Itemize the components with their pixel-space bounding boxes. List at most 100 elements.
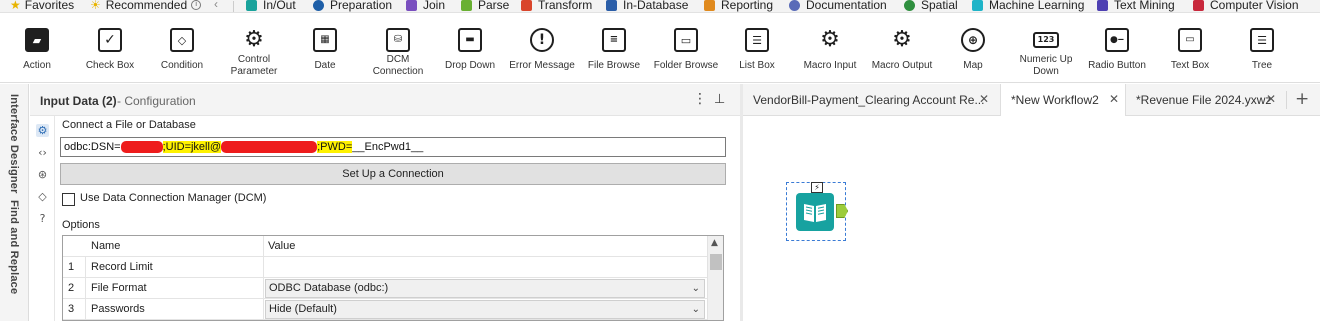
tag-icon[interactable]: ◇ [36,190,49,203]
annotation-icon[interactable]: ⊛ [36,168,49,181]
chevron-left-icon[interactable]: ‹ [214,0,218,11]
more-options-icon[interactable]: ⋮ [693,91,707,105]
tool-check-box[interactable]: ✓ Check Box [85,13,135,83]
tool-action[interactable]: ▰ Action [17,13,57,83]
reporting-icon [704,0,715,11]
category-in-database[interactable]: In-Database [606,0,688,12]
radio-icon: ●‒ [1105,28,1129,52]
tool-macro-output[interactable]: ⚙ Macro Output [870,13,934,83]
gear-icon[interactable]: ⚙ [36,124,49,137]
table-row[interactable]: 1 Record Limit [63,257,707,278]
find-replace-tab[interactable]: Find and Replace [8,200,20,294]
table-row[interactable]: 3 Passwords Hide (Default) ⌄ [63,299,707,320]
passwords-select[interactable]: Hide (Default) ⌄ [265,300,705,319]
tool-label: Error Message [509,60,575,71]
tool-palette: ▰ Action ✓ Check Box ◇ Condition ⚙ Control P… [0,13,1320,83]
tool-error-message[interactable]: ! Error Message [509,13,575,83]
tool-tree[interactable]: ☰ Tree [1240,13,1284,83]
globe-icon: ⊕ [961,28,985,52]
tool-condition[interactable]: ◇ Condition [157,13,207,83]
tool-drop-down[interactable]: ▬ Drop Down [443,13,497,83]
config-subtitle: - Configuration [117,94,196,108]
table-scrollbar[interactable]: ▲ [707,236,723,320]
dcm-checkbox[interactable] [62,193,75,206]
category-parse[interactable]: Parse [461,0,509,12]
tab-revenue-file[interactable]: *Revenue File 2024.yxwz ✕ [1126,84,1286,116]
book-icon [804,204,826,222]
dcm-icon: ⛁ [386,28,410,52]
category-label: Favorites [24,0,75,12]
conn-prefix: odbc:DSN= [64,141,121,153]
code-icon[interactable]: ‹› [36,146,49,159]
category-text-mining[interactable]: Text Mining [1097,0,1175,12]
category-computer-vision[interactable]: Computer Vision [1193,0,1299,12]
star-icon: ★ [10,0,21,12]
interface-designer-tab[interactable]: Interface Designer [8,94,20,194]
tool-radio-button[interactable]: ●‒ Radio Button [1085,13,1149,83]
table-row[interactable]: 2 File Format ODBC Database (odbc:) ⌄ [63,278,707,299]
category-label: Join [423,0,446,12]
tool-label: DCM Connection [372,54,424,77]
tool-file-browse[interactable]: ≡ File Browse [587,13,641,83]
record-limit-input[interactable] [265,258,705,277]
tool-label: Folder Browse [653,60,719,71]
tool-text-box[interactable]: ▭ Text Box [1165,13,1215,83]
tool-list-box[interactable]: ☰ List Box [735,13,779,83]
clapperboard-icon: ▰ [25,28,49,52]
category-preparation[interactable]: Preparation [313,0,392,12]
setup-connection-button[interactable]: Set Up a Connection [60,163,726,185]
tab-vendorbill-payment[interactable]: VendorBill-Payment_Clearing Account Re..… [743,84,1000,116]
scrollbar-thumb[interactable] [710,254,722,270]
workflow-tab-bar: VendorBill-Payment_Clearing Account Re..… [743,84,1320,116]
checkbox-icon: ✓ [98,28,122,52]
category-label: Transform [538,0,593,12]
tool-macro-input[interactable]: ⚙ Macro Input [801,13,859,83]
separator [1286,91,1287,109]
tool-control-parameter[interactable]: ⚙ Control Parameter [228,13,280,83]
category-label: Spatial [921,0,958,12]
close-icon[interactable]: ✕ [1266,92,1276,106]
category-reporting[interactable]: Reporting [704,0,773,12]
tool-folder-browse[interactable]: ▭ Folder Browse [654,13,718,83]
text-mining-icon [1097,0,1108,11]
tab-new-workflow2[interactable]: *New Workflow2 ✕ [1000,84,1126,116]
add-tab-icon[interactable]: + [1295,89,1309,109]
category-favorites[interactable]: ★ Favorites [10,0,75,12]
category-label: In/Out [263,0,296,12]
dcm-label: Use Data Connection Manager (DCM) [80,192,267,204]
tool-label: Date [314,60,336,71]
sun-icon: ☀ [90,0,101,12]
tool-date[interactable]: ▦ Date [305,13,345,83]
category-documentation[interactable]: Documentation [789,0,887,12]
category-in-out[interactable]: In/Out [246,0,296,12]
join-icon [406,0,417,11]
tool-numeric-up-down[interactable]: 123 Numeric Up Down [1018,13,1074,83]
connection-string-input[interactable]: odbc:DSN= ;UID=jkell@ ;PWD=__EncPwd1__ [60,137,726,157]
chevron-up-icon[interactable]: ▲ [711,238,718,248]
category-transform[interactable]: Transform [521,0,593,12]
machine-learning-icon [972,0,983,11]
pin-icon[interactable]: ⊥ [714,91,725,107]
input-data-tool-node[interactable] [796,193,834,231]
category-label: Recommended [105,0,188,12]
tool-dcm-connection[interactable]: ⛁ DCM Connection [370,13,426,83]
category-machine-learning[interactable]: Machine Learning [972,0,1084,12]
tool-label: File Browse [587,60,641,71]
category-recommended[interactable]: ☀ Recommended i [90,0,202,12]
help-icon[interactable]: ? [36,212,49,225]
tool-label: Tree [1251,60,1273,71]
side-panel-tabs: Interface Designer Find and Replace [0,84,29,321]
conn-uid: ;UID=jkell@ [162,141,222,153]
lightning-icon: ⚡ [811,182,823,193]
tool-label: Check Box [85,60,135,71]
category-spatial[interactable]: Spatial [904,0,958,12]
connect-label: Connect a File or Database [62,119,196,131]
parse-icon [461,0,472,11]
close-icon[interactable]: ✕ [979,92,989,106]
calendar-icon: ▦ [313,28,337,52]
category-label: Documentation [806,0,887,12]
category-join[interactable]: Join [406,0,446,12]
file-format-select[interactable]: ODBC Database (odbc:) ⌄ [265,279,705,298]
close-icon[interactable]: ✕ [1109,92,1119,106]
tool-map[interactable]: ⊕ Map [953,13,993,83]
